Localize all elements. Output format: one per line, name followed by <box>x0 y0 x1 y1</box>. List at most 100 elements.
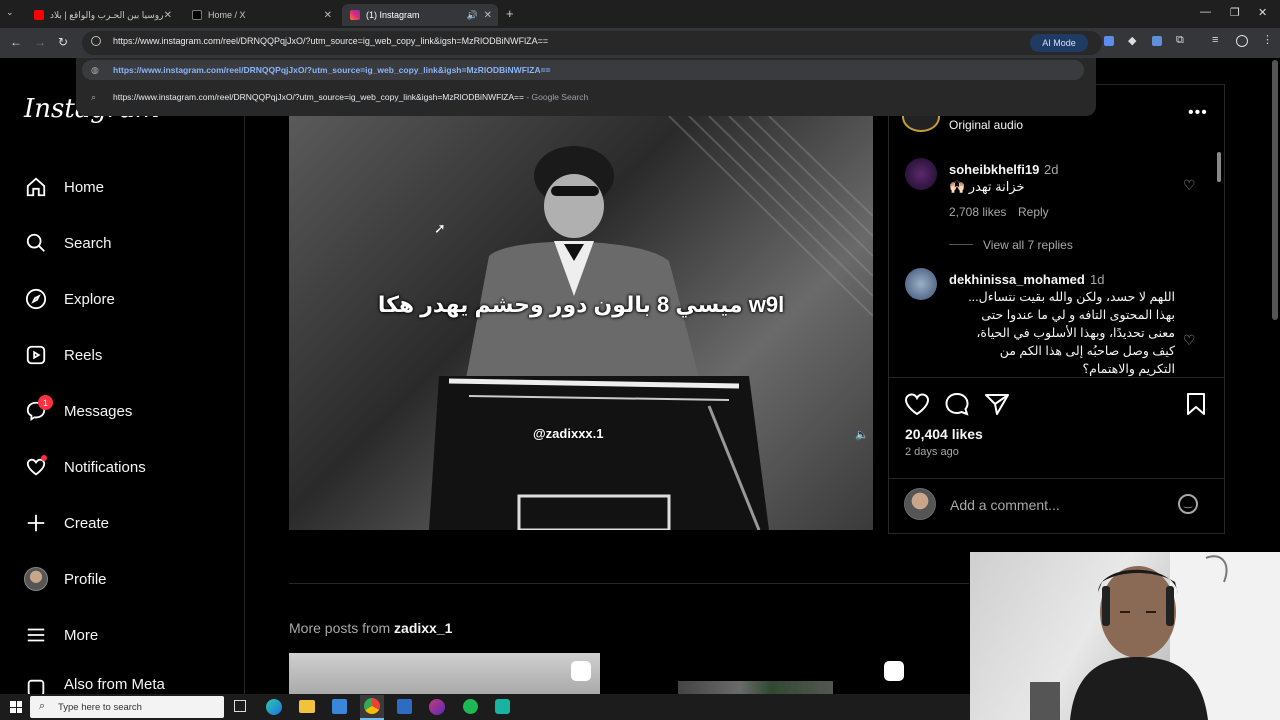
speaker-icon[interactable]: 🔊 <box>467 10 478 21</box>
reload-icon[interactable]: ↻ <box>58 35 68 49</box>
extension-2-icon[interactable] <box>1152 36 1162 46</box>
post-time: 2 days ago <box>905 446 959 458</box>
comments-list: soheibkhelfi19 2d خزانة تهدر 🙌🏻 2,708 li… <box>889 146 1225 378</box>
edge-icon[interactable] <box>266 699 282 715</box>
youtube-icon <box>34 10 44 20</box>
tab-search-icon[interactable]: ⌄ <box>6 7 14 18</box>
reading-list-icon[interactable]: ≡ <box>1212 34 1218 46</box>
replies-divider <box>949 244 973 245</box>
kebab-menu-icon[interactable]: ⋮ <box>1262 33 1273 46</box>
chrome-taskbar-button[interactable] <box>360 695 384 720</box>
task-view-icon[interactable] <box>234 700 246 712</box>
more-post-thumbnail[interactable] <box>289 653 600 694</box>
close-icon[interactable]: ✕ <box>324 10 332 21</box>
save-icon[interactable] <box>1184 392 1208 416</box>
translate-icon[interactable] <box>1104 36 1114 46</box>
page-scrollbar[interactable] <box>1272 60 1278 320</box>
comment-likes[interactable]: 2,708 likes <box>949 205 1006 219</box>
profile-icon[interactable] <box>1236 35 1248 47</box>
extension-icon[interactable]: ◆ <box>1128 34 1136 47</box>
nav-messages[interactable]: 1 Messages <box>24 395 133 426</box>
tab-title: روسيا بين الحـرب والواقع | بلاد <box>50 9 164 20</box>
video-frame-art <box>429 116 873 530</box>
mute-icon[interactable]: 🔈 <box>855 428 869 441</box>
more-post-thumbnail[interactable] <box>602 653 970 694</box>
tab-instagram[interactable]: (1) Instagram 🔊 ✕ <box>342 4 498 26</box>
site-info-icon[interactable] <box>91 36 101 46</box>
suggestion-search[interactable]: https://www.instagram.com/reel/DRNQQPqjJ… <box>113 92 588 102</box>
windows-start-icon[interactable] <box>10 701 22 713</box>
comment-username[interactable]: dekhinissa_mohamed <box>949 272 1085 287</box>
comment-line: كيف وصل صاحبُه إلى هذا الكم من <box>999 344 1175 358</box>
nav-label: More <box>64 626 99 644</box>
file-explorer-icon[interactable] <box>299 700 315 713</box>
back-icon[interactable]: ← <box>10 35 22 49</box>
add-comment-input[interactable]: Add a comment... <box>950 497 1060 513</box>
maximize-icon[interactable]: ❐ <box>1230 6 1240 19</box>
taskbar-search-placeholder: Type here to search <box>58 702 142 713</box>
close-window-icon[interactable]: ✕ <box>1258 6 1267 19</box>
comment-avatar[interactable] <box>905 268 937 300</box>
likes-count[interactable]: 20,404 likes <box>905 426 983 442</box>
suggestion-search-text: https://www.instagram.com/reel/DRNQQPqjJ… <box>113 92 524 102</box>
nav-notifications[interactable]: Notifications <box>24 452 146 482</box>
nav-label: Notifications <box>64 458 146 476</box>
reel-video[interactable]: ميسي 8 بالون دور وحشم يهدر هكا w9l @zadi… <box>289 116 873 530</box>
compass-icon <box>24 287 48 311</box>
notification-dot <box>41 455 47 461</box>
minimize-icon[interactable]: — <box>1200 6 1211 18</box>
comment-avatar[interactable] <box>905 158 937 190</box>
comment-username[interactable]: soheibkhelfi19 <box>949 162 1039 177</box>
spotify-icon[interactable] <box>463 699 478 714</box>
nav-home[interactable]: Home <box>24 172 104 202</box>
nav-create[interactable]: Create <box>24 508 109 538</box>
app-icon[interactable] <box>429 699 445 715</box>
nav-also-from-meta[interactable]: Also from Meta <box>24 676 165 694</box>
reel-badge-icon <box>571 661 591 681</box>
url-input[interactable]: https://www.instagram.com/reel/DRNQQPqjJ… <box>113 36 548 46</box>
more-posts-user[interactable]: zadixx_1 <box>394 620 452 636</box>
comments-scrollbar[interactable] <box>1217 152 1221 182</box>
new-tab-button[interactable]: + <box>506 6 514 21</box>
nav-label: Also from Meta <box>64 676 165 693</box>
outlook-icon[interactable] <box>397 699 412 714</box>
tab-x[interactable]: Home / X ✕ <box>184 4 338 26</box>
ai-mode-button[interactable]: AI Mode <box>1030 34 1088 52</box>
comment-text-multiline: اللهم لا حسد، ولكن والله بقيت نتساءل... … <box>949 288 1175 377</box>
nav-label: Create <box>64 514 110 532</box>
video-watermark: @zadixxx.1 <box>533 426 604 441</box>
nav-label: Reels <box>64 346 103 364</box>
nav-label: Profile <box>64 570 107 588</box>
comment-box-divider <box>889 478 1225 479</box>
store-icon[interactable] <box>332 699 347 714</box>
nav-more[interactable]: More <box>24 620 98 650</box>
comment-icon[interactable] <box>944 392 970 416</box>
suggestion-url[interactable]: https://www.instagram.com/reel/DRNQQPqjJ… <box>113 65 551 75</box>
like-icon[interactable] <box>904 392 930 416</box>
ai-mode-label: AI Mode <box>1042 38 1076 48</box>
comment-like-icon[interactable]: ♡ <box>1183 332 1196 349</box>
forward-icon[interactable]: → <box>34 35 46 49</box>
thumbnail-image <box>678 681 833 694</box>
app-2-icon[interactable] <box>495 699 510 714</box>
emoji-icon[interactable]: ‿ <box>1178 494 1198 514</box>
tab-youtube[interactable]: روسيا بين الحـرب والواقع | بلاد ✕ <box>26 4 178 26</box>
puzzle-icon[interactable]: ⧉ <box>1176 34 1184 47</box>
section-divider <box>289 583 969 584</box>
reply-button[interactable]: Reply <box>1018 205 1049 219</box>
tab-title: Home / X <box>208 10 246 20</box>
close-icon[interactable]: ✕ <box>164 10 172 21</box>
reel-badge-icon <box>884 661 904 681</box>
taskbar-search-box[interactable]: ⌕ Type here to search <box>30 696 224 718</box>
nav-reels[interactable]: Reels <box>24 340 102 370</box>
share-icon[interactable] <box>984 392 1010 416</box>
more-options-icon[interactable]: ••• <box>1188 104 1208 122</box>
nav-profile[interactable]: Profile <box>24 564 107 594</box>
comment-like-icon[interactable]: ♡ <box>1183 177 1196 194</box>
nav-explore[interactable]: Explore <box>24 284 115 314</box>
close-icon[interactable]: ✕ <box>484 10 492 21</box>
nav-search[interactable]: Search <box>24 228 112 258</box>
nav-label: Messages <box>64 402 133 420</box>
audio-label[interactable]: Original audio <box>949 118 1023 132</box>
view-replies-button[interactable]: View all 7 replies <box>983 238 1073 252</box>
